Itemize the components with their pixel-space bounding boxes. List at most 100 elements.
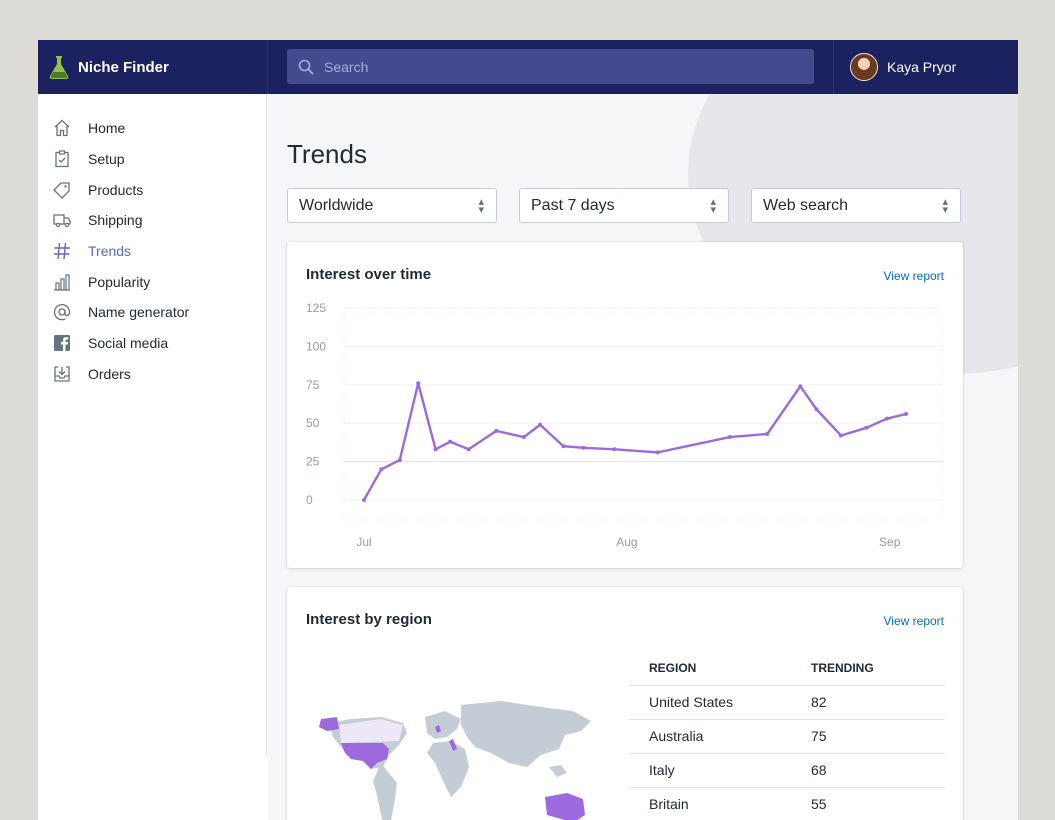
world-map: [319, 701, 591, 820]
select-caret-icon: ▴ ▾: [478, 196, 484, 216]
sidebar-item-label: Social media: [88, 335, 169, 352]
trending-cell: 82: [791, 685, 945, 720]
data-point[interactable]: [379, 467, 384, 472]
data-point[interactable]: [494, 428, 499, 433]
sidebar-item-orders[interactable]: Orders: [38, 359, 266, 390]
table-row[interactable]: Italy 68: [629, 753, 945, 788]
trending-cell: 55: [791, 787, 945, 820]
column-header-trending[interactable]: TRENDING: [791, 651, 945, 686]
y-tick-label: 125: [306, 301, 326, 315]
table-row[interactable]: Australia 75: [629, 719, 945, 754]
y-tick-label: 25: [306, 455, 320, 469]
data-point[interactable]: [838, 433, 843, 438]
data-point[interactable]: [612, 447, 617, 452]
trending-cell: 75: [791, 719, 945, 754]
avatar[interactable]: [850, 53, 878, 81]
y-tick-label: 75: [306, 378, 320, 392]
clipboard-icon: [52, 149, 72, 169]
sidebar-item-popularity[interactable]: Popularity: [38, 266, 266, 297]
at-sign-icon: [52, 302, 72, 322]
bar-chart-icon: [52, 272, 72, 292]
interest-line-chart: 0 25 50 75 100 125 Jul Aug Sep: [306, 301, 943, 549]
data-point[interactable]: [448, 439, 453, 444]
data-point[interactable]: [904, 411, 908, 416]
data-point[interactable]: [397, 458, 402, 463]
card-title: Interest by region: [306, 611, 432, 628]
data-point[interactable]: [814, 407, 819, 412]
page-title: Trends: [287, 139, 367, 169]
series-line: [362, 382, 907, 501]
sidebar-item-name-generator[interactable]: Name generator: [38, 297, 266, 328]
select-caret-icon: ▴ ▾: [942, 196, 948, 216]
interest-by-region-card: Interest by region View report REGION TR…: [287, 587, 963, 820]
main-content: Trends Worldwide ▴ ▾ Past 7 days ▴ ▾ Web s…: [268, 94, 1018, 820]
table-row[interactable]: Britain 55: [629, 787, 945, 820]
search-input[interactable]: [324, 58, 794, 75]
data-point[interactable]: [765, 431, 770, 436]
sidebar-item-label: Shipping: [88, 212, 143, 229]
sidebar-item-home[interactable]: Home: [38, 113, 266, 144]
trending-cell: 68: [791, 753, 945, 788]
tag-icon: [52, 180, 72, 200]
x-tick-label: Jul: [356, 535, 371, 549]
map-region-alaska[interactable]: [319, 717, 339, 731]
region-table: REGION TRENDING United States 82 Austral…: [629, 651, 945, 820]
map-region-australia[interactable]: [545, 793, 585, 820]
data-point[interactable]: [864, 425, 869, 430]
user-name: Kaya Pryor: [887, 59, 957, 75]
region-select-value: Worldwide: [299, 196, 374, 214]
user-menu[interactable]: Kaya Pryor: [833, 40, 1018, 94]
home-icon: [52, 118, 72, 138]
sidebar-item-label: Home: [88, 120, 126, 137]
flask-icon: [49, 56, 69, 79]
search-icon: [298, 59, 314, 74]
y-tick-label: 0: [306, 493, 313, 507]
brand[interactable]: Niche Finder: [38, 40, 268, 94]
sidebar-item-label: Products: [88, 181, 144, 198]
region-cell: United States: [629, 685, 791, 720]
data-point[interactable]: [727, 435, 732, 440]
region-cell: Italy: [629, 753, 791, 788]
time-range-select-value: Past 7 days: [531, 196, 615, 214]
region-select[interactable]: Worldwide ▴ ▾: [287, 188, 497, 223]
inbox-download-icon: [52, 364, 72, 384]
x-tick-label: Aug: [616, 535, 637, 549]
plot-frame: [343, 311, 943, 521]
data-point[interactable]: [581, 445, 586, 450]
data-point[interactable]: [561, 444, 566, 449]
truck-icon: [52, 210, 72, 230]
column-header-region[interactable]: REGION: [629, 651, 791, 686]
sidebar-item-shipping[interactable]: Shipping: [38, 205, 266, 236]
y-tick-label: 50: [306, 416, 320, 430]
sidebar-item-label: Setup: [88, 151, 125, 168]
data-point[interactable]: [416, 381, 421, 386]
sidebar-item-trends[interactable]: Trends: [38, 236, 266, 267]
sidebar-item-social-media[interactable]: Social media: [38, 328, 266, 359]
hashtag-icon: [52, 241, 72, 261]
data-point[interactable]: [885, 416, 890, 421]
table-row[interactable]: United States 82: [629, 685, 945, 720]
facebook-icon: [52, 333, 72, 353]
data-point[interactable]: [466, 447, 471, 452]
table-header-row: REGION TRENDING: [629, 651, 945, 686]
time-range-select[interactable]: Past 7 days ▴ ▾: [519, 188, 729, 223]
sidebar-item-products[interactable]: Products: [38, 174, 266, 205]
data-point[interactable]: [655, 450, 660, 455]
search-type-select[interactable]: Web search ▴ ▾: [751, 188, 961, 223]
data-point[interactable]: [538, 422, 543, 427]
interest-over-time-card: Interest over time View report 0 25 50 75 10…: [287, 242, 963, 568]
y-tick-label: 100: [306, 339, 326, 353]
data-point[interactable]: [433, 447, 438, 452]
data-point[interactable]: [798, 384, 803, 389]
sidebar-item-label: Trends: [88, 243, 132, 260]
search-bar[interactable]: [287, 49, 814, 84]
app-name: Niche Finder: [78, 58, 169, 76]
x-tick-label: Sep: [879, 535, 901, 549]
data-point[interactable]: [362, 498, 366, 502]
app-window: Niche Finder Kaya Pryor Home Setup: [38, 40, 1018, 820]
sidebar-item-label: Name generator: [88, 304, 190, 321]
view-report-link[interactable]: View report: [884, 614, 944, 628]
sidebar-item-label: Orders: [88, 365, 131, 382]
data-point[interactable]: [521, 435, 526, 440]
sidebar-item-setup[interactable]: Setup: [38, 144, 266, 175]
